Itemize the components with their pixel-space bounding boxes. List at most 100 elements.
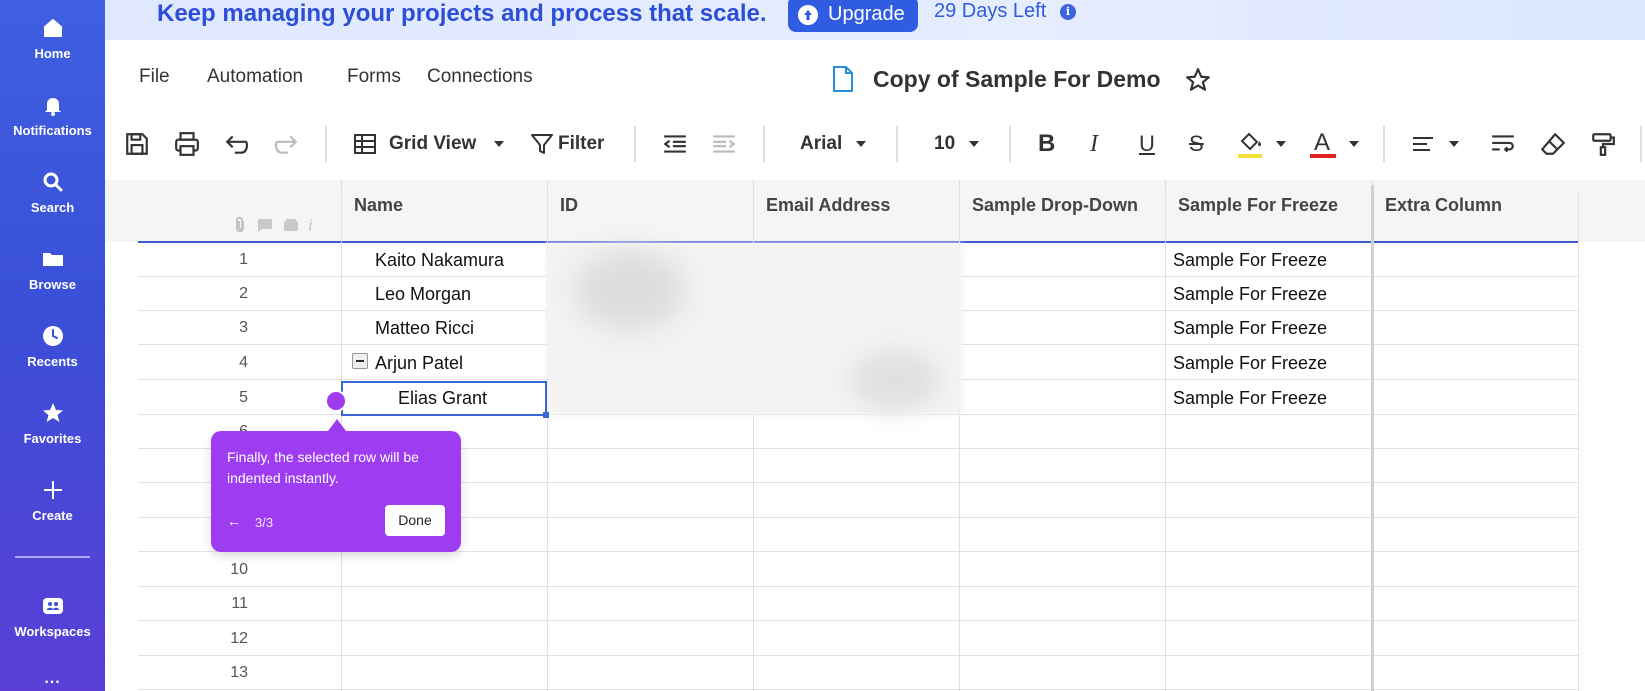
column-header-email[interactable]: Email Address (753, 180, 959, 242)
freeze-cell[interactable]: Sample For Freeze (1173, 346, 1327, 380)
table-row[interactable]: 12 (138, 622, 1579, 656)
menu-forms[interactable]: Forms (347, 66, 401, 88)
nav-browse-label: Browse (29, 277, 76, 292)
back-arrow-icon[interactable]: ← (227, 513, 241, 529)
underline-button[interactable]: U (1139, 128, 1155, 160)
nav-home-label: Home (34, 46, 71, 61)
clock-icon (42, 326, 63, 346)
indent-button[interactable] (711, 128, 737, 160)
info-i-icon[interactable]: i (308, 216, 313, 234)
align-dropdown[interactable] (1411, 128, 1459, 160)
view-label: Grid View (389, 133, 477, 154)
print-button[interactable] (174, 128, 200, 160)
fill-color-dropdown[interactable] (1236, 128, 1286, 160)
strikethrough-icon: S (1189, 131, 1204, 156)
italic-icon: I (1090, 130, 1098, 157)
nav-notifications[interactable]: Notifications (0, 93, 105, 138)
nav-create[interactable]: Create (0, 478, 105, 523)
tour-hotspot[interactable] (325, 390, 347, 412)
upgrade-button[interactable]: Upgrade (788, 0, 918, 32)
column-header-freeze[interactable]: Sample For Freeze (1165, 180, 1371, 242)
font-size-value: 10 (934, 133, 956, 154)
app-window: Home Notifications Search Browse Recents… (0, 0, 1645, 691)
table-row[interactable]: 13 (138, 656, 1579, 690)
save-button[interactable] (124, 128, 150, 160)
guide-tooltip: Finally, the selected row will be indent… (211, 431, 461, 552)
document-icon (833, 66, 853, 92)
arrow-up-circle-icon (798, 5, 818, 25)
nav-more-button[interactable]: ... (0, 670, 105, 688)
format-painter-button[interactable] (1590, 128, 1616, 160)
italic-button[interactable]: I (1090, 128, 1098, 160)
nav-favorites-label: Favorites (23, 431, 82, 446)
info-icon[interactable]: i (1060, 4, 1076, 20)
strikethrough-button[interactable]: S (1189, 128, 1204, 160)
column-header-extra[interactable]: Extra Column (1372, 180, 1579, 242)
outdent-button[interactable] (662, 128, 688, 160)
proof-icon[interactable] (282, 216, 300, 234)
column-header-dropdown[interactable]: Sample Drop-Down (959, 180, 1165, 242)
wrap-text-button[interactable] (1490, 128, 1516, 160)
text-color-dropdown[interactable]: A (1309, 128, 1359, 160)
done-button[interactable]: Done (385, 505, 445, 536)
font-size-dropdown[interactable]: 10 (934, 128, 980, 160)
paint-bucket-icon (1238, 132, 1262, 158)
nav-search[interactable]: Search (0, 170, 105, 215)
table-row[interactable]: 10 (138, 553, 1579, 587)
freeze-cell[interactable]: Sample For Freeze (1173, 277, 1327, 311)
toolbar-divider (763, 126, 765, 162)
selected-name-cell[interactable]: Elias Grant (341, 381, 547, 416)
fill-handle[interactable] (543, 412, 549, 418)
document-title[interactable]: Copy of Sample For Demo (873, 66, 1161, 93)
menu-automation[interactable]: Automation (207, 66, 303, 88)
chevron-down-icon (856, 141, 867, 147)
freeze-cell[interactable]: Sample For Freeze (1173, 311, 1327, 345)
grid-view-icon (354, 134, 376, 154)
nav-browse[interactable]: Browse (0, 247, 105, 292)
font-family-dropdown[interactable]: Arial (800, 128, 867, 160)
attachment-icon[interactable] (232, 216, 248, 234)
row-number: 4 (239, 354, 248, 371)
view-dropdown[interactable]: Grid View (353, 128, 505, 160)
nav-workspaces[interactable]: Workspaces (0, 594, 105, 639)
freeze-divider[interactable] (1371, 185, 1374, 691)
freeze-cell[interactable]: Sample For Freeze (1173, 381, 1327, 415)
menu-file[interactable]: File (139, 66, 170, 88)
folder-icon (42, 253, 63, 266)
text-color-swatch (1310, 154, 1336, 158)
banner-text: Keep managing your projects and process … (157, 0, 767, 27)
chevron-down-icon (1276, 141, 1286, 147)
freeze-cell[interactable]: Sample For Freeze (1173, 243, 1327, 277)
paint-roller-icon (1592, 133, 1615, 156)
column-header-id[interactable]: ID (547, 180, 753, 242)
name-cell[interactable]: Leo Morgan (375, 277, 471, 311)
selected-cell-text: Elias Grant (398, 388, 488, 408)
table-row[interactable]: 11 (138, 587, 1579, 621)
undo-button[interactable] (224, 128, 250, 160)
redo-button[interactable] (273, 128, 299, 160)
name-cell[interactable]: Kaito Nakamura (375, 243, 504, 277)
favorite-star-icon[interactable] (1185, 67, 1211, 93)
font-family-value: Arial (800, 133, 843, 154)
nav-favorites[interactable]: Favorites (0, 401, 105, 446)
align-left-icon (1413, 137, 1433, 151)
name-cell[interactable]: Arjun Patel (375, 346, 463, 380)
comment-icon[interactable] (256, 216, 274, 234)
eraser-icon (1541, 133, 1565, 155)
nav-create-label: Create (32, 508, 73, 523)
collapse-row-icon[interactable] (352, 353, 368, 369)
toolbar-divider (634, 126, 636, 162)
clear-format-button[interactable] (1540, 128, 1566, 160)
nav-recents-label: Recents (27, 354, 78, 369)
column-header-name[interactable]: Name (341, 180, 547, 242)
menu-connections[interactable]: Connections (427, 66, 533, 88)
name-cell[interactable]: Matteo Ricci (375, 311, 474, 345)
chevron-down-icon (494, 141, 505, 147)
filter-button[interactable]: Filter (530, 128, 604, 160)
nav-home[interactable]: Home (0, 16, 105, 61)
bold-button[interactable]: B (1038, 128, 1055, 160)
outdent-icon (663, 135, 686, 153)
nav-recents[interactable]: Recents (0, 324, 105, 369)
nav-divider (15, 556, 90, 558)
underline-icon: U (1139, 131, 1155, 156)
